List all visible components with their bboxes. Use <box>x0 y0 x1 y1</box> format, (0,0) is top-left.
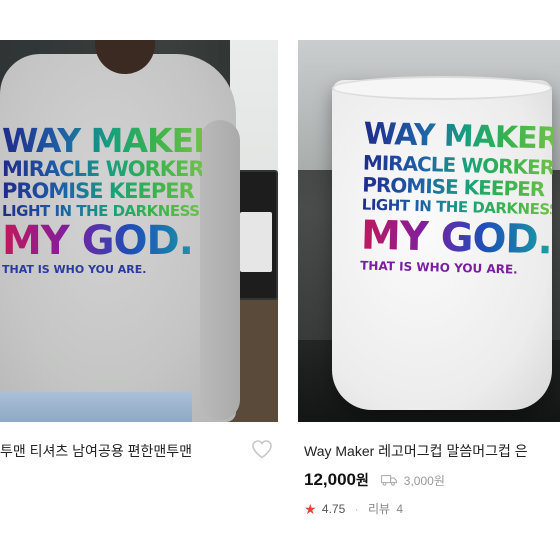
review-count: 4 <box>396 502 404 516</box>
rating-row: ★ 4.75 · 리뷰 4 <box>304 500 403 518</box>
product-card-mug[interactable]: WAY MAKER MIRACLE WORKER PROMISE KEEPER … <box>298 0 560 560</box>
print-line: WAY MAKER <box>2 121 219 160</box>
review-label: 리뷰 <box>367 502 391 516</box>
print-line: MIRACLE WORKER <box>2 157 205 181</box>
product-photo-sweatshirt: WAY MAKER MIRACLE WORKER PROMISE KEEPER … <box>0 40 278 422</box>
product-thumbnail[interactable]: WAY MAKER MIRACLE WORKER PROMISE KEEPER … <box>0 40 278 422</box>
product-photo-mug: WAY MAKER MIRACLE WORKER PROMISE KEEPER … <box>298 40 560 422</box>
rating-value: 4.75 <box>321 502 346 516</box>
print-line: MY GOD. <box>360 212 553 264</box>
print-line: PROMISE KEEPER <box>2 181 202 202</box>
price-row: 12,000원 3,000원 <box>304 470 445 490</box>
product-title[interactable]: 투맨 티셔츠 남여공용 편한맨투맨 <box>0 441 246 461</box>
price-value: 12,000 <box>304 470 356 489</box>
shirt-print-text: WAY MAKER MIRACLE WORKER PROMISE KEEPER … <box>2 121 219 276</box>
shipping-fee: 3,000원 <box>403 474 445 488</box>
divider: · <box>354 502 359 516</box>
print-line: LIGHT IN THE DARKNESS <box>2 204 202 219</box>
price-unit: 원 <box>356 472 369 488</box>
product-title[interactable]: Way Maker 레고머그컵 말씀머그컵 은 <box>304 441 560 461</box>
print-line: MY GOD. <box>2 221 202 261</box>
print-line: THAT IS WHO YOU ARE. <box>2 263 147 276</box>
mug-print-text: WAY MAKER MIRACLE WORKER PROMISE KEEPER … <box>360 116 560 277</box>
delivery-truck-icon <box>381 475 398 486</box>
product-card-sweatshirt[interactable]: WAY MAKER MIRACLE WORKER PROMISE KEEPER … <box>0 0 278 560</box>
product-thumbnail[interactable]: WAY MAKER MIRACLE WORKER PROMISE KEEPER … <box>298 40 560 422</box>
star-icon: ★ <box>304 501 317 517</box>
print-line: WAY MAKER <box>363 116 560 157</box>
heart-outline-icon[interactable] <box>250 437 274 461</box>
